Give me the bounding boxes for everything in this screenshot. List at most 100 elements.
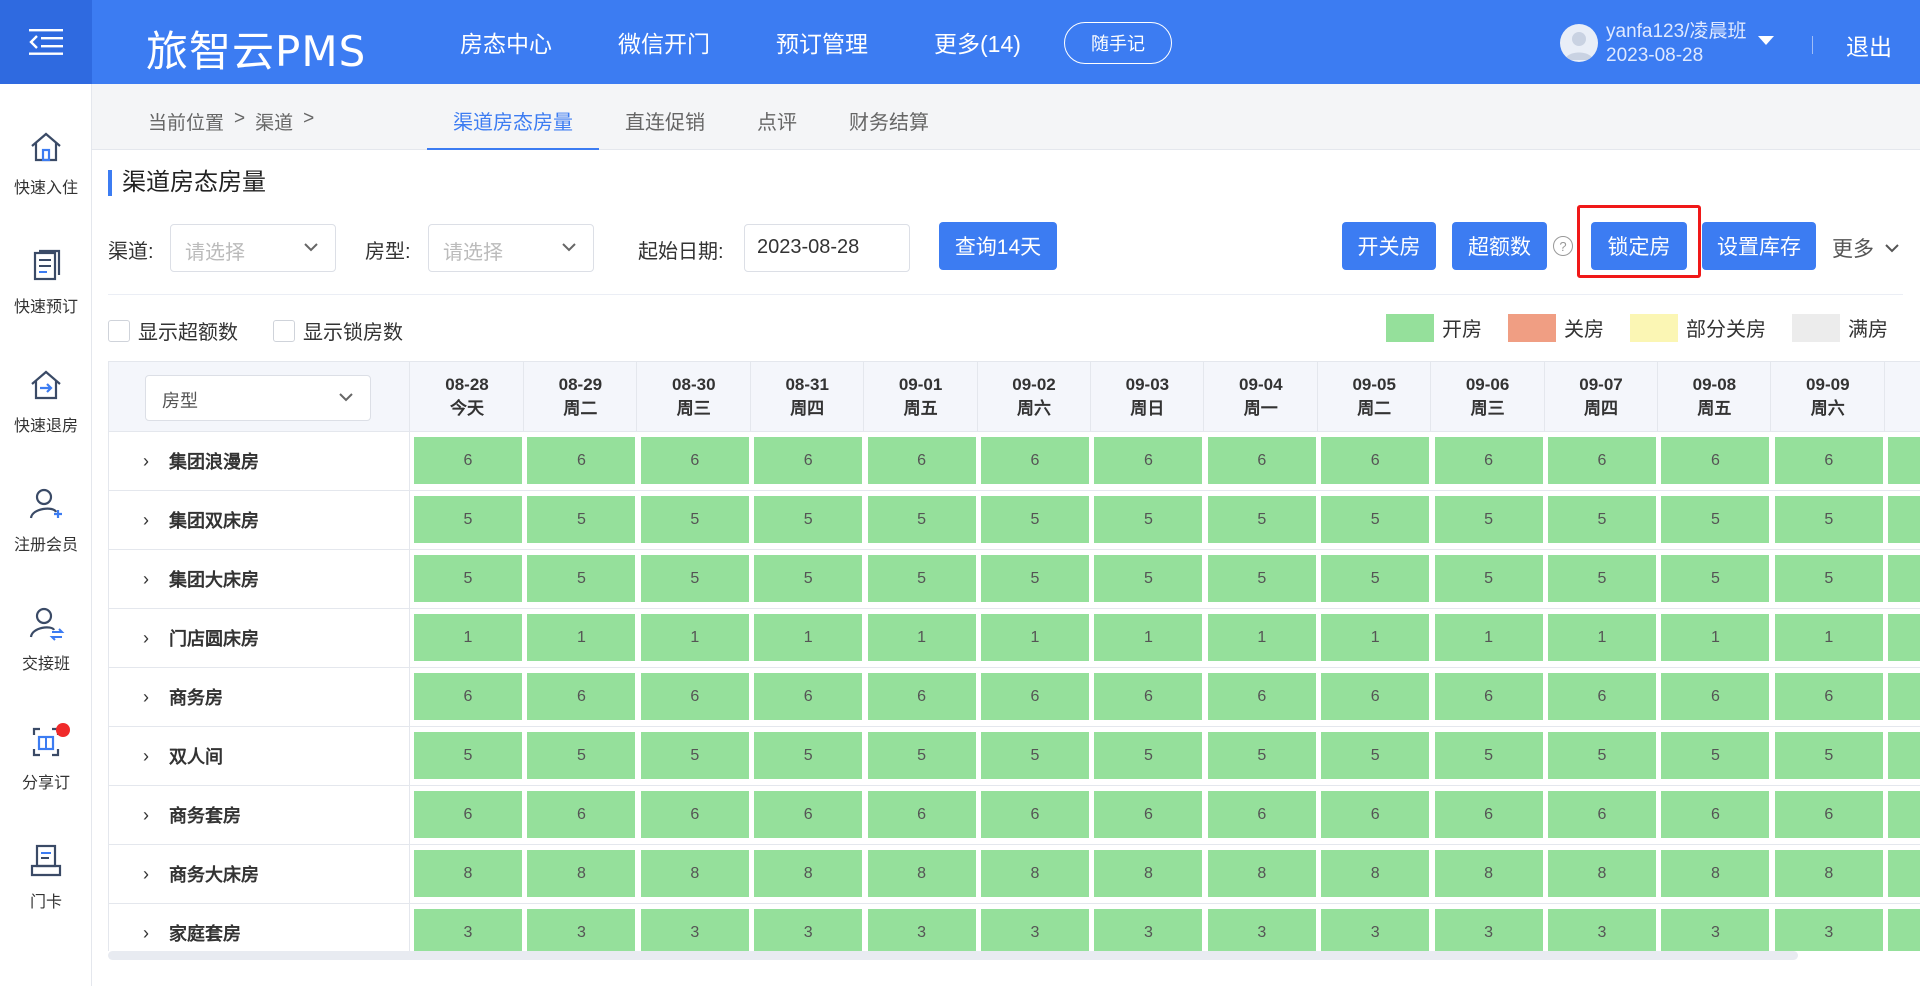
room-count-cell[interactable]: 6 xyxy=(1661,791,1770,838)
expand-arrow-icon[interactable]: › xyxy=(143,628,161,649)
sidebar-item-quick-checkout[interactable]: 快速退房 xyxy=(0,346,92,456)
room-count-cell[interactable]: 5 xyxy=(527,496,636,543)
room-count-cell[interactable]: 3 xyxy=(1548,909,1656,951)
room-count-cell[interactable]: 3 xyxy=(981,909,1089,951)
room-type-row[interactable]: › 商务套房 xyxy=(109,786,409,845)
room-count-cell[interactable]: 8 xyxy=(1207,850,1316,897)
room-count-cell[interactable]: 8 xyxy=(1094,850,1203,897)
room-count-cell[interactable]: 5 xyxy=(1434,496,1543,543)
expand-arrow-icon[interactable]: › xyxy=(143,746,161,767)
room-type-filter-select[interactable]: 房型 xyxy=(145,375,371,421)
room-count-cell[interactable]: 5 xyxy=(1774,732,1883,779)
expand-arrow-icon[interactable]: › xyxy=(143,923,161,944)
room-count-cell[interactable]: 6 xyxy=(867,673,976,720)
room-count-cell[interactable]: 6 xyxy=(1774,673,1883,720)
tab-direct-promotion[interactable]: 直连促销 xyxy=(599,84,731,150)
room-count-cell[interactable]: 1 xyxy=(527,614,636,661)
set-stock-button[interactable]: 设置库存 xyxy=(1702,222,1816,270)
room-count-cell[interactable] xyxy=(1888,614,1920,661)
room-count-cell[interactable]: 5 xyxy=(640,496,749,543)
room-count-cell[interactable]: 3 xyxy=(1434,909,1543,951)
logout-button[interactable]: 退出 xyxy=(1846,28,1892,62)
room-count-cell[interactable]: 5 xyxy=(414,496,522,543)
expand-arrow-icon[interactable]: › xyxy=(143,510,161,531)
room-count-cell[interactable]: 5 xyxy=(1321,555,1430,602)
sidebar-item-register-member[interactable]: 注册会员 xyxy=(0,465,92,575)
room-type-row[interactable]: › 商务大床房 xyxy=(109,845,409,904)
room-count-cell[interactable] xyxy=(1888,850,1920,897)
room-count-cell[interactable] xyxy=(1888,496,1920,543)
room-count-cell[interactable]: 6 xyxy=(981,673,1089,720)
room-count-cell[interactable]: 3 xyxy=(1321,909,1430,951)
expand-arrow-icon[interactable]: › xyxy=(143,864,161,885)
checkbox-box[interactable] xyxy=(108,319,130,342)
room-count-cell[interactable]: 5 xyxy=(1661,732,1770,779)
room-count-cell[interactable] xyxy=(1888,555,1920,602)
room-count-cell[interactable]: 8 xyxy=(640,850,749,897)
room-count-cell[interactable]: 6 xyxy=(754,673,863,720)
room-count-cell[interactable]: 6 xyxy=(1207,437,1316,484)
room-count-cell[interactable] xyxy=(1888,673,1920,720)
room-type-row[interactable]: › 门店圆床房 xyxy=(109,609,409,668)
room-count-cell[interactable]: 5 xyxy=(640,732,749,779)
room-count-cell[interactable]: 6 xyxy=(867,437,976,484)
room-count-cell[interactable]: 3 xyxy=(867,909,976,951)
room-count-cell[interactable]: 6 xyxy=(1094,437,1203,484)
room-count-cell[interactable]: 3 xyxy=(754,909,863,951)
room-count-cell[interactable]: 1 xyxy=(1548,614,1656,661)
room-count-cell[interactable]: 5 xyxy=(414,732,522,779)
room-count-cell[interactable]: 8 xyxy=(1321,850,1430,897)
user-info[interactable]: yanfa123/凌晨班 2023-08-28 xyxy=(1606,20,1746,68)
nav-reservation[interactable]: 预订管理 xyxy=(776,25,868,59)
room-count-cell[interactable]: 6 xyxy=(981,791,1089,838)
room-count-cell[interactable]: 5 xyxy=(981,555,1089,602)
room-count-cell[interactable]: 6 xyxy=(1774,791,1883,838)
room-count-cell[interactable]: 5 xyxy=(754,496,863,543)
room-count-cell[interactable]: 1 xyxy=(1434,614,1543,661)
tab-finance-settlement[interactable]: 财务结算 xyxy=(823,84,955,150)
tab-reviews[interactable]: 点评 xyxy=(731,84,823,150)
room-count-cell[interactable]: 5 xyxy=(867,555,976,602)
room-count-cell[interactable]: 6 xyxy=(414,437,522,484)
room-count-cell[interactable]: 5 xyxy=(527,555,636,602)
room-count-cell[interactable]: 6 xyxy=(640,791,749,838)
help-icon[interactable]: ? xyxy=(1553,236,1573,256)
room-count-cell[interactable]: 6 xyxy=(527,791,636,838)
room-count-cell[interactable]: 5 xyxy=(754,555,863,602)
room-count-cell[interactable]: 6 xyxy=(1321,673,1430,720)
caret-down-icon[interactable] xyxy=(1758,36,1774,45)
room-count-cell[interactable]: 5 xyxy=(1548,555,1656,602)
horizontal-scrollbar[interactable] xyxy=(108,951,1798,960)
room-count-cell[interactable]: 5 xyxy=(1207,732,1316,779)
room-count-cell[interactable]: 3 xyxy=(1094,909,1203,951)
room-count-cell[interactable]: 5 xyxy=(1094,732,1203,779)
sidebar-item-share-order[interactable]: 分享订 xyxy=(0,703,92,813)
query-14-days-button[interactable]: 查询14天 xyxy=(939,222,1057,270)
room-count-cell[interactable]: 1 xyxy=(1774,614,1883,661)
nav-more[interactable]: 更多(14) xyxy=(934,25,1021,59)
channel-select[interactable]: 请选择 xyxy=(170,224,336,272)
nav-wechat-door[interactable]: 微信开门 xyxy=(618,25,710,59)
room-count-cell[interactable]: 1 xyxy=(640,614,749,661)
room-count-cell[interactable]: 5 xyxy=(1774,555,1883,602)
room-count-cell[interactable]: 8 xyxy=(414,850,522,897)
memo-button[interactable]: 随手记 xyxy=(1064,22,1172,64)
room-count-cell[interactable]: 1 xyxy=(1661,614,1770,661)
room-count-cell[interactable]: 6 xyxy=(1207,673,1316,720)
room-count-cell[interactable]: 5 xyxy=(981,496,1089,543)
room-count-cell[interactable]: 6 xyxy=(640,437,749,484)
open-close-room-button[interactable]: 开关房 xyxy=(1342,222,1436,270)
room-count-cell[interactable]: 5 xyxy=(981,732,1089,779)
tab-channel-room-status[interactable]: 渠道房态房量 xyxy=(427,84,599,150)
room-count-cell[interactable]: 6 xyxy=(1094,791,1203,838)
show-over-quota-checkbox[interactable]: 显示超额数 xyxy=(108,316,238,345)
checkbox-box[interactable] xyxy=(273,319,295,342)
room-count-cell[interactable]: 6 xyxy=(1434,673,1543,720)
room-count-cell[interactable]: 5 xyxy=(1774,496,1883,543)
room-count-cell[interactable]: 6 xyxy=(1207,791,1316,838)
room-count-cell[interactable]: 6 xyxy=(1321,791,1430,838)
room-count-cell[interactable]: 1 xyxy=(1207,614,1316,661)
room-count-cell[interactable]: 6 xyxy=(414,673,522,720)
room-type-row[interactable]: › 双人间 xyxy=(109,727,409,786)
menu-toggle-icon[interactable] xyxy=(0,0,92,84)
